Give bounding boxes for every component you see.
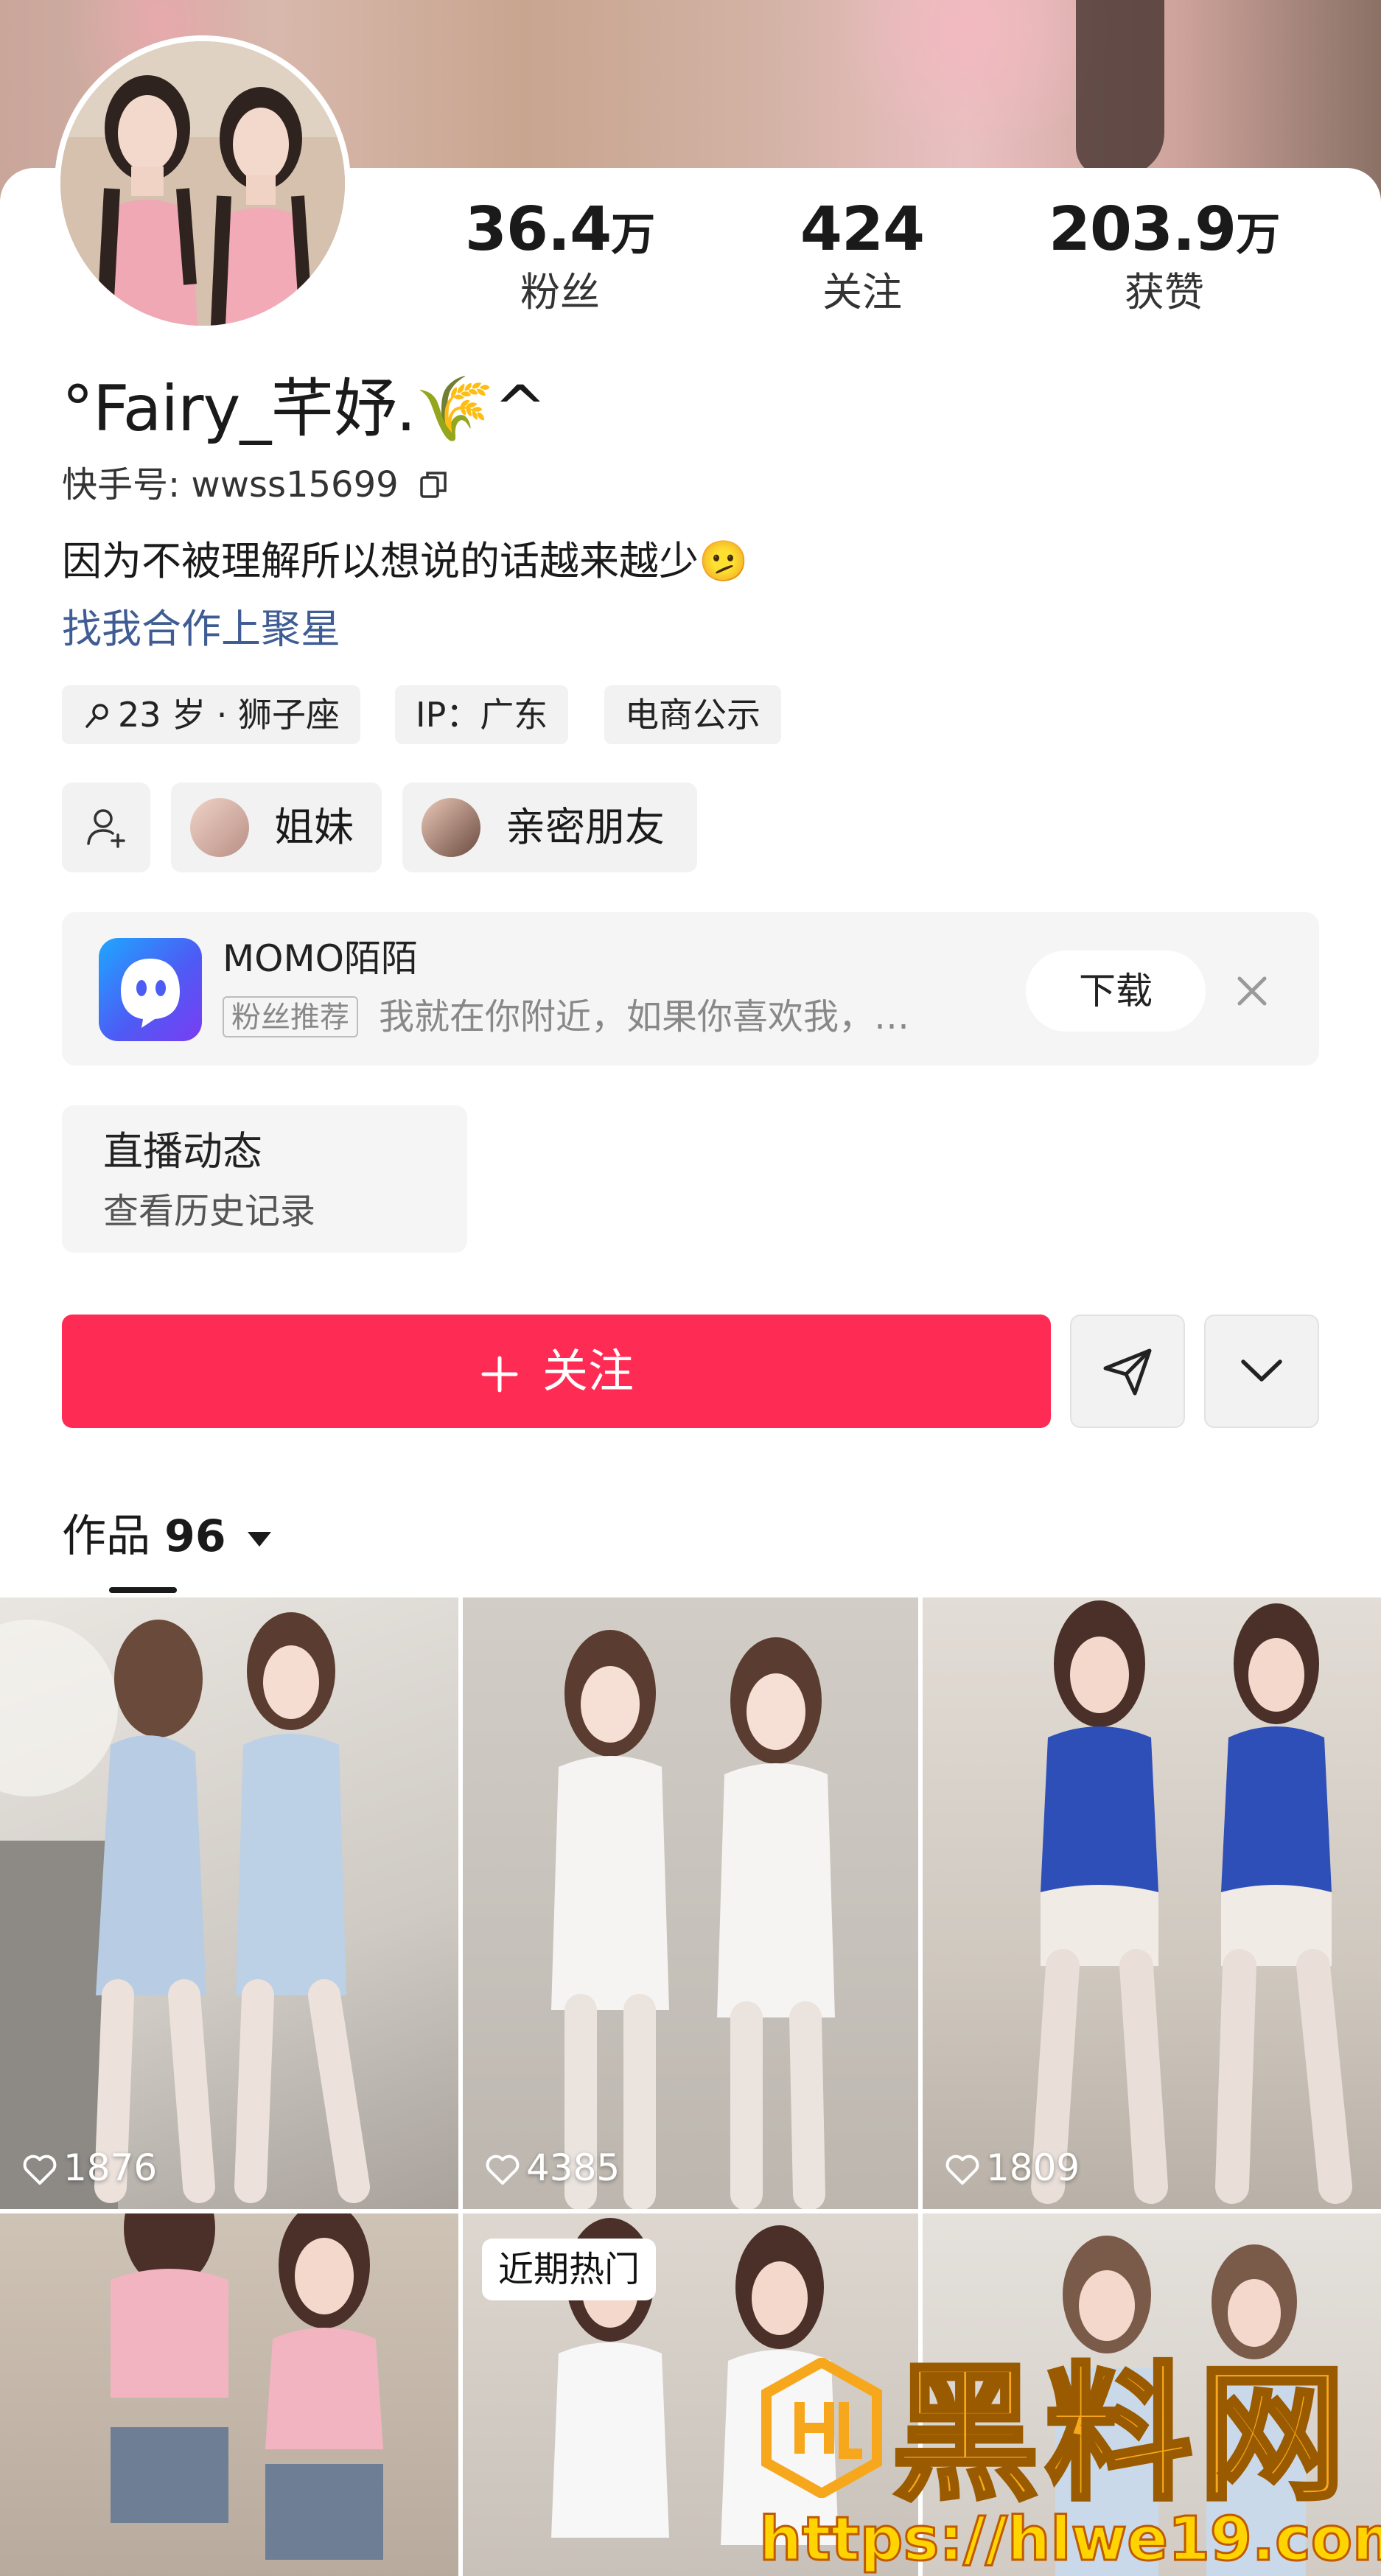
works-label: 作品 [62,1511,150,1562]
send-icon [1103,1348,1152,1396]
add-user-icon [87,809,125,848]
stat-following[interactable]: 424 关注 [730,193,995,318]
stat-label: 获赞 [1125,269,1204,315]
relation-avatar [422,798,480,857]
stat-value: 424 [800,195,925,265]
video-likes-count: 1809 [986,2146,1080,2189]
video-thumbnail [463,1597,918,2209]
ad-card[interactable]: MOMO陌陌 粉丝推荐 我就在你附近，如果你喜欢我，… 下载 [62,912,1319,1065]
watermark: 黑料网 https://hlwe19.com [758,2348,1381,2575]
more-button[interactable] [1204,1315,1319,1428]
video-tile[interactable]: 1876 [0,1597,458,2209]
video-tile[interactable]: 4385 [463,1597,918,2209]
works-count: 96 [164,1511,226,1562]
momo-app-icon [99,938,202,1041]
bio: 因为不被理解所以想说的话越来越少🫤 [62,532,748,591]
download-button[interactable]: 下载 [1026,951,1206,1032]
kuaishou-id-text: 快手号: wwss15699 [62,464,399,505]
stat-fans[interactable]: 36.4万 粉丝 [427,193,693,318]
cover-figure [1076,0,1164,177]
profile-name: °Fairy_芊妤.🌾^ [62,372,547,446]
heart-icon [945,2155,979,2185]
video-likes-count: 1876 [63,2146,158,2189]
relation-label: 亲密朋友 [506,804,665,850]
chevron-down-icon [1241,1359,1282,1382]
video-thumbnail [0,1612,370,2209]
heart-icon [23,2155,57,2185]
video-likes: 1876 [22,2146,157,2190]
close-icon[interactable] [1226,965,1278,1017]
works-tab-indicator [109,1587,177,1593]
video-likes-count: 4385 [526,2146,620,2189]
video-likes: 1809 [945,2146,1080,2190]
stat-value: 36.4 [464,195,612,265]
kuaishou-id: 快手号: wwss15699 [62,461,450,508]
caret-down-icon [247,1532,271,1547]
watermark-url: https://hlwe19.com [758,2505,1381,2575]
tag-ip: IP：广东 [395,685,569,744]
follow-label: 关注 [542,1344,634,1398]
zodiac-icon [85,704,108,728]
ad-description: 我就在你附近，如果你喜欢我，… [379,996,910,1037]
works-tab[interactable]: 作品 96 [62,1503,274,1569]
stat-label: 粉丝 [520,269,600,315]
video-thumbnail [1031,1600,1352,2204]
video-tile[interactable] [0,2213,458,2576]
ad-app-name: MOMO陌陌 [223,937,418,980]
avatar-photo [60,41,345,326]
message-button[interactable] [1070,1315,1185,1428]
video-likes: 4385 [485,2146,620,2190]
copy-icon[interactable] [417,469,450,501]
ad-badge: 粉丝推荐 [223,996,358,1037]
watermark-text: 黑料网 [889,2348,1352,2522]
cooperation-link[interactable]: 找我合作上聚星 [62,600,340,659]
trending-badge: 近期热门 [482,2239,657,2300]
plus-icon [481,1356,518,1393]
stat-unit: 万 [1236,209,1281,261]
bio-text: 因为不被理解所以想说的话越来越少 [62,538,699,584]
add-friend-button[interactable] [62,783,150,872]
live-history-card[interactable]: 直播动态 查看历史记录 [62,1105,467,1253]
live-subtitle: 查看历史记录 [103,1191,316,1232]
avatar[interactable] [55,35,351,332]
video-tile[interactable]: 1809 [923,1597,1381,2209]
tag-age: 23 岁 · 狮子座 [62,685,361,744]
bio-emoji: 🫤 [699,538,749,584]
heart-icon [486,2155,520,2185]
relation-chip-sisters[interactable]: 姐妹 [171,783,382,872]
profile-stats: 36.4万 粉丝 424 关注 203.9万 获赞 [427,193,1349,326]
stat-likes[interactable]: 203.9万 获赞 [1032,193,1297,318]
stat-label: 关注 [822,269,902,315]
relation-label: 姐妹 [274,804,354,850]
live-title: 直播动态 [103,1128,262,1175]
stat-unit: 万 [611,209,656,261]
watermark-logo-icon [761,2358,882,2498]
video-thumbnail [111,2213,383,2560]
relation-chip-close-friend[interactable]: 亲密朋友 [402,783,697,872]
tag-ecommerce[interactable]: 电商公示 [604,685,781,744]
relation-avatar [190,798,249,857]
stat-value: 203.9 [1048,195,1237,265]
follow-button[interactable]: 关注 [62,1315,1051,1428]
tag-age-label: 23 岁 · 狮子座 [118,695,340,735]
